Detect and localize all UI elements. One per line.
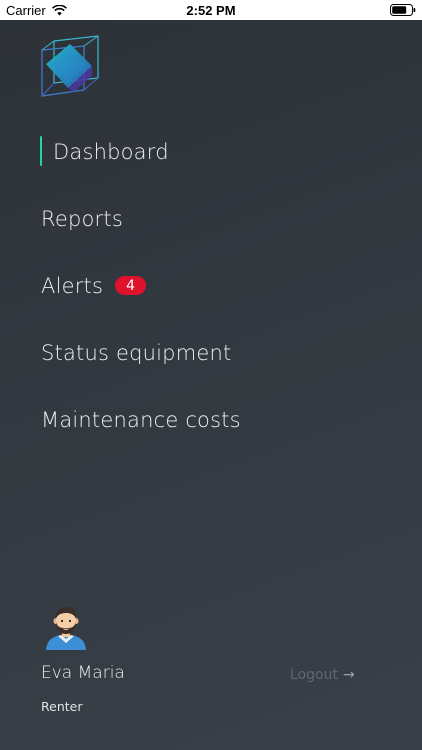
user-name: Eva Maria <box>41 663 125 683</box>
alerts-count-badge: 4 <box>115 276 147 295</box>
menu-item-status-equipment[interactable]: Status equipment <box>0 319 422 386</box>
navigation-drawer: Dashboard Reports Alerts 4 Status equipm… <box>0 20 422 750</box>
logout-button[interactable]: Logout → <box>290 667 355 683</box>
menu-item-label: Dashboard <box>53 139 169 164</box>
user-role: Renter <box>41 699 83 714</box>
menu-item-reports[interactable]: Reports <box>0 185 422 252</box>
menu-item-maintenance-costs[interactable]: Maintenance costs <box>0 386 422 453</box>
arrow-right-icon: → <box>342 667 355 683</box>
menu-item-alerts[interactable]: Alerts 4 <box>0 252 422 319</box>
status-bar: Carrier 2:52 PM <box>0 0 422 20</box>
battery-icon <box>390 4 416 16</box>
logout-label: Logout <box>290 667 338 683</box>
cube-logo-icon <box>41 35 99 97</box>
active-indicator <box>40 136 42 166</box>
status-time: 2:52 PM <box>186 3 236 18</box>
menu-item-dashboard[interactable]: Dashboard <box>0 118 422 185</box>
menu-item-label: Maintenance costs <box>41 407 241 432</box>
menu-item-label: Reports <box>41 206 123 231</box>
nav-menu: Dashboard Reports Alerts 4 Status equipm… <box>0 118 422 453</box>
menu-item-label: Alerts <box>41 273 104 298</box>
menu-item-label: Status equipment <box>41 340 232 365</box>
avatar[interactable] <box>44 606 88 650</box>
